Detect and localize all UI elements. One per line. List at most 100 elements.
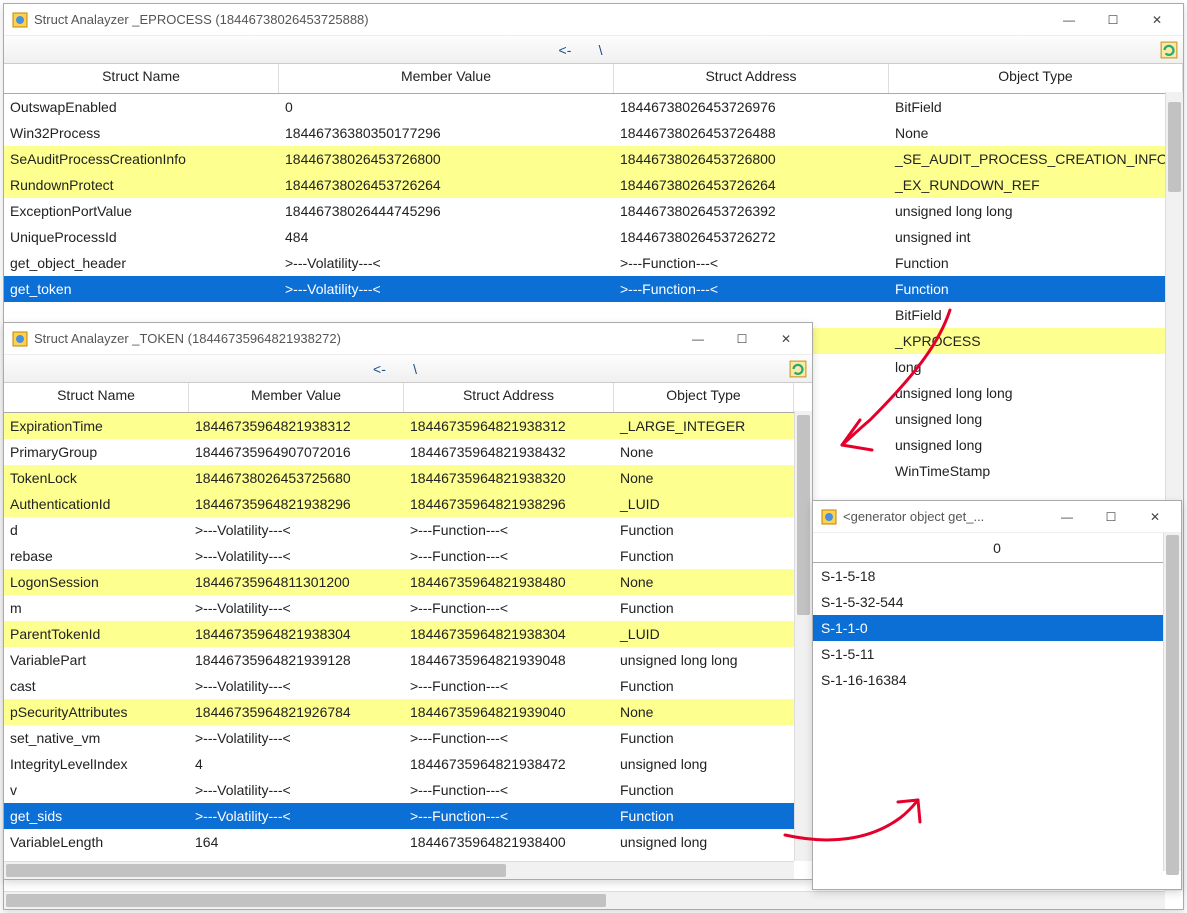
- cell: None: [614, 699, 794, 725]
- table-row[interactable]: IntegrityLevelIndex418446735964821938472…: [4, 751, 812, 777]
- table-row[interactable]: OutswapEnabled018446738026453726976BitFi…: [4, 94, 1183, 120]
- table-row[interactable]: m>---Volatility---<>---Function---<Funct…: [4, 595, 812, 621]
- close-button[interactable]: ✕: [1133, 503, 1177, 531]
- cell: >---Volatility---<: [189, 803, 404, 829]
- table-row[interactable]: UniqueProcessId48418446738026453726272un…: [4, 224, 1183, 250]
- maximize-button[interactable]: ☐: [720, 325, 764, 353]
- maximize-button[interactable]: ☐: [1091, 6, 1135, 34]
- close-button[interactable]: ✕: [764, 325, 808, 353]
- col-header-struct-name[interactable]: Struct Name: [4, 64, 279, 93]
- cell: m: [4, 595, 189, 621]
- scrollbar-thumb[interactable]: [6, 864, 506, 877]
- list-item[interactable]: S-1-5-32-544: [813, 589, 1181, 615]
- table-row[interactable]: get_sids>---Volatility---<>---Function--…: [4, 803, 812, 829]
- table-row[interactable]: ExceptionPortValue1844673802644474529618…: [4, 198, 1183, 224]
- col-header-struct-address[interactable]: Struct Address: [614, 64, 889, 93]
- scrollbar-thumb[interactable]: [797, 415, 810, 615]
- list-item[interactable]: S-1-5-18: [813, 563, 1181, 589]
- vertical-scrollbar[interactable]: [794, 411, 812, 861]
- horizontal-scrollbar[interactable]: [4, 861, 794, 879]
- list-item[interactable]: S-1-5-11: [813, 641, 1181, 667]
- cell: ExceptionPortValue: [4, 198, 279, 224]
- table-row[interactable]: set_native_vm>---Volatility---<>---Funct…: [4, 725, 812, 751]
- app-icon: [821, 509, 837, 525]
- cell: _LUID: [614, 621, 794, 647]
- maximize-icon: ☐: [737, 332, 748, 346]
- grid-header: Struct Name Member Value Struct Address …: [4, 383, 812, 413]
- cell: _LUID: [614, 491, 794, 517]
- cell: 18446735964821938312: [189, 413, 404, 439]
- cell: >---Volatility---<: [189, 777, 404, 803]
- table-row[interactable]: get_token>---Volatility---<>---Function-…: [4, 276, 1183, 302]
- window-token: Struct Analayzer _TOKEN (184467359648219…: [3, 322, 813, 880]
- table-row[interactable]: VariablePart1844673596482193912818446735…: [4, 647, 812, 673]
- toolbar-back-label[interactable]: <- \: [4, 42, 1157, 58]
- col-header-member-value[interactable]: Member Value: [279, 64, 614, 93]
- table-row[interactable]: Win32Process1844673638035017729618446738…: [4, 120, 1183, 146]
- col-header-object-type[interactable]: Object Type: [614, 383, 794, 412]
- col-header-member-value[interactable]: Member Value: [189, 383, 404, 412]
- minimize-icon: —: [1063, 13, 1075, 27]
- table-row[interactable]: RundownProtect18446738026453726264184467…: [4, 172, 1183, 198]
- table-row[interactable]: v>---Volatility---<>---Function---<Funct…: [4, 777, 812, 803]
- cell: 18446735964821938400: [404, 829, 614, 855]
- cell: >---Function---<: [404, 517, 614, 543]
- cell: None: [889, 120, 1183, 146]
- cell: >---Volatility---<: [189, 517, 404, 543]
- minimize-button[interactable]: —: [1047, 6, 1091, 34]
- toolbar-back-label[interactable]: <- \: [4, 361, 786, 377]
- scrollbar-thumb[interactable]: [6, 894, 606, 907]
- list-item[interactable]: S-1-1-0: [813, 615, 1181, 641]
- table-row[interactable]: LogonSession1844673596481130120018446735…: [4, 569, 812, 595]
- titlebar[interactable]: Struct Analayzer _TOKEN (184467359648219…: [4, 323, 812, 355]
- cell: 4: [189, 751, 404, 777]
- table-row[interactable]: d>---Volatility---<>---Function---<Funct…: [4, 517, 812, 543]
- cell: BitField: [889, 94, 1183, 120]
- list-item[interactable]: S-1-16-16384: [813, 667, 1181, 693]
- cell: AuthenticationId: [4, 491, 189, 517]
- maximize-button[interactable]: ☐: [1089, 503, 1133, 531]
- horizontal-scrollbar[interactable]: [4, 891, 1165, 909]
- table-row[interactable]: SeAuditProcessCreationInfo18446738026453…: [4, 146, 1183, 172]
- col-header-object-type[interactable]: Object Type: [889, 64, 1183, 93]
- table-row[interactable]: VariableLength16418446735964821938400uns…: [4, 829, 812, 855]
- col-header-struct-name[interactable]: Struct Name: [4, 383, 189, 412]
- app-icon: [12, 331, 28, 347]
- scrollbar-thumb[interactable]: [1168, 102, 1181, 192]
- minimize-button[interactable]: —: [676, 325, 720, 353]
- table-row[interactable]: AuthenticationId184467359648219382961844…: [4, 491, 812, 517]
- titlebar[interactable]: <generator object get_... — ☐ ✕: [813, 501, 1181, 533]
- cell: unsigned long long: [889, 198, 1183, 224]
- minimize-icon: —: [1061, 510, 1073, 524]
- cell: 18446738026453726264: [279, 172, 614, 198]
- table-row[interactable]: get_object_header>---Volatility---<>---F…: [4, 250, 1183, 276]
- refresh-icon[interactable]: [786, 358, 810, 380]
- cell: PrimaryGroup: [4, 439, 189, 465]
- table-row[interactable]: TokenLock1844673802645372568018446735964…: [4, 465, 812, 491]
- minimize-button[interactable]: —: [1045, 503, 1089, 531]
- close-icon: ✕: [1152, 13, 1162, 27]
- cell: Function: [614, 803, 794, 829]
- cell: >---Function---<: [404, 725, 614, 751]
- cell: >---Function---<: [404, 803, 614, 829]
- table-row[interactable]: ParentTokenId184467359648219383041844673…: [4, 621, 812, 647]
- refresh-icon[interactable]: [1157, 39, 1181, 61]
- scrollbar-thumb[interactable]: [1166, 535, 1179, 875]
- cell: unsigned long: [614, 751, 794, 777]
- cell: 18446735964821926784: [189, 699, 404, 725]
- table-row[interactable]: ExpirationTime18446735964821938312184467…: [4, 413, 812, 439]
- close-button[interactable]: ✕: [1135, 6, 1179, 34]
- cell: 18446735964821939040: [404, 699, 614, 725]
- cell: 18446738026453725680: [189, 465, 404, 491]
- vertical-scrollbar[interactable]: [1163, 533, 1181, 871]
- cell: >---Function---<: [614, 250, 889, 276]
- titlebar[interactable]: Struct Analayzer _EPROCESS (184467380264…: [4, 4, 1183, 36]
- table-row[interactable]: pSecurityAttributes184467359648219267841…: [4, 699, 812, 725]
- list-header[interactable]: 0: [813, 533, 1181, 563]
- cell: _SE_AUDIT_PROCESS_CREATION_INFO: [889, 146, 1183, 172]
- cell: rebase: [4, 543, 189, 569]
- table-row[interactable]: cast>---Volatility---<>---Function---<Fu…: [4, 673, 812, 699]
- col-header-struct-address[interactable]: Struct Address: [404, 383, 614, 412]
- table-row[interactable]: PrimaryGroup1844673596490707201618446735…: [4, 439, 812, 465]
- table-row[interactable]: rebase>---Volatility---<>---Function---<…: [4, 543, 812, 569]
